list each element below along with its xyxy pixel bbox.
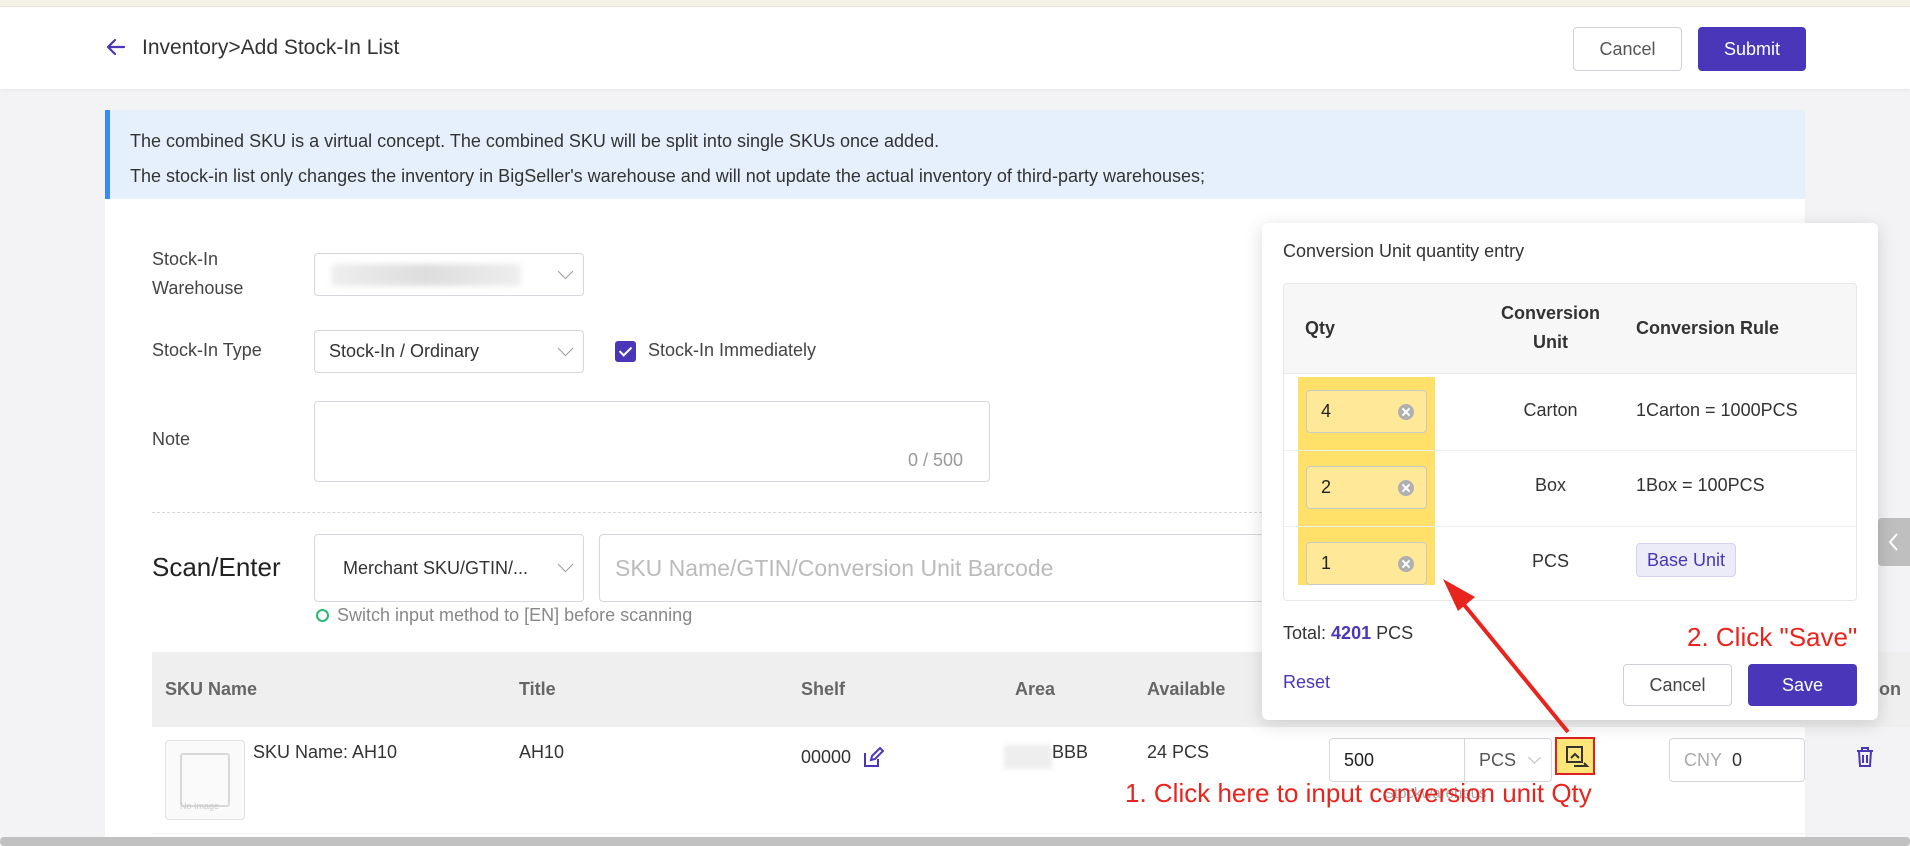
scan-input[interactable]: SKU Name/GTIN/Conversion Unit Barcode (599, 534, 1299, 602)
chevron-down-icon (557, 340, 574, 357)
carton-qty-input[interactable]: 4 (1306, 390, 1427, 433)
note-label: Note (152, 429, 191, 449)
annotation-step-2: 2. Click "Save" (1687, 622, 1858, 652)
pcs-qty-input[interactable]: 1 (1306, 542, 1427, 585)
shelf-cell: 00000 (801, 747, 852, 767)
column-sku-name: SKU Name (165, 679, 258, 699)
carton-qty-value: 4 (1321, 401, 1332, 421)
page-title: Inventory>Add Stock-In List (142, 36, 400, 59)
stock-in-type-label: Stock-In Type (152, 340, 262, 360)
side-collapse-tab[interactable] (1878, 518, 1910, 566)
chevron-down-icon (557, 263, 574, 280)
column-area: Area (1015, 679, 1056, 699)
popover-cancel-button[interactable]: Cancel (1623, 664, 1732, 706)
unit-price-value: 0 (1732, 750, 1743, 770)
lightbulb-icon (316, 609, 329, 622)
warehouse-label: Stock-In Warehouse (152, 245, 243, 303)
conversion-table-header: Qty Conversion Unit Conversion Rule (1284, 284, 1856, 374)
unit-cell: PCS (1531, 551, 1569, 571)
no-image-icon (180, 753, 230, 807)
column-conversion-unit-line-1: Conversion (1500, 303, 1601, 323)
stock-in-type-select[interactable]: Stock-In / Ordinary (314, 330, 584, 373)
unit-cell: Box (1534, 475, 1567, 495)
submit-button[interactable]: Submit (1698, 27, 1806, 71)
scan-input-placeholder: SKU Name/GTIN/Conversion Unit Barcode (615, 555, 1054, 581)
total-label: Total: (1283, 623, 1327, 643)
stock-in-qty-input[interactable]: 500 (1329, 738, 1465, 782)
unit-price-input[interactable]: CNY 0 (1669, 738, 1805, 782)
unit-select-value: PCS (1479, 750, 1517, 770)
warehouse-value-blurred (331, 264, 521, 286)
column-available: Available (1147, 679, 1226, 699)
area-blurred (1004, 745, 1052, 769)
total-summary: Total: 4201 PCS (1283, 623, 1413, 644)
rule-cell: 1Carton = 1000PCS (1636, 400, 1798, 420)
warehouse-label-line-2: Warehouse (152, 278, 244, 298)
column-shelf: Shelf (801, 679, 846, 699)
top-strip (0, 0, 1910, 7)
conversion-row: 4 Carton 1Carton = 1000PCS (1284, 375, 1856, 451)
total-unit: PCS (1376, 623, 1414, 643)
page-header: Inventory>Add Stock-In List Cancel Submi… (0, 7, 1910, 89)
divider (152, 512, 1262, 513)
area-cell: BBB (1052, 742, 1089, 762)
unit-cell: Carton (1523, 400, 1578, 420)
unit-select[interactable]: PCS (1464, 738, 1552, 782)
box-qty-value: 2 (1321, 477, 1332, 497)
back-arrow-icon[interactable] (104, 35, 128, 59)
stock-in-type-value: Stock-In / Ordinary (329, 341, 480, 361)
alert-line-1: The combined SKU is a virtual concept. T… (130, 131, 940, 151)
popover-save-button[interactable]: Save (1748, 664, 1857, 706)
column-qty: Qty (1305, 318, 1336, 338)
base-unit-badge: Base Unit (1636, 543, 1737, 577)
scan-mode-value: Merchant SKU/GTIN/... (343, 558, 529, 578)
clear-icon[interactable] (1398, 556, 1414, 572)
conversion-icon (1566, 746, 1590, 767)
scan-enter-title: Scan/Enter (152, 552, 281, 582)
chevron-down-icon (557, 556, 574, 573)
stock-in-immediately-checkbox[interactable] (615, 341, 636, 362)
conversion-table: Qty Conversion Unit Conversion Rule 4 Ca… (1283, 283, 1857, 601)
column-action: ion (1874, 679, 1901, 699)
table-row: No Image SKU Name: AH10 AH10 00000 BBB 2… (152, 727, 1910, 834)
clear-icon[interactable] (1398, 404, 1414, 420)
delete-icon[interactable] (1854, 745, 1876, 769)
warehouse-label-line-1: Stock-In (152, 249, 219, 269)
total-value: 4201 (1331, 623, 1372, 643)
conversion-unit-button[interactable] (1555, 737, 1595, 775)
note-textarea[interactable]: 0 / 500 (314, 401, 990, 482)
scan-hint-text: Switch input method to [EN] before scann… (337, 605, 693, 625)
no-image-text: No Image (180, 801, 220, 811)
reset-link[interactable]: Reset (1283, 672, 1330, 693)
pcs-qty-value: 1 (1321, 553, 1332, 573)
title-cell: AH10 (519, 742, 565, 762)
sku-name-cell: SKU Name: AH10 (253, 742, 398, 762)
column-conversion-rule: Conversion Rule (1636, 318, 1780, 338)
scan-mode-select[interactable]: Merchant SKU/GTIN/... (314, 534, 584, 602)
info-alert: The combined SKU is a virtual concept. T… (105, 110, 1805, 199)
note-char-count: 0 / 500 (907, 450, 963, 470)
stock-in-immediately-label: Stock-In Immediately (648, 340, 817, 360)
product-thumbnail: No Image (165, 740, 245, 820)
clear-icon[interactable] (1398, 480, 1414, 496)
available-cell: 24 PCS (1147, 742, 1210, 762)
column-title: Title (519, 679, 556, 699)
alert-line-2: The stock-in list only changes the inven… (130, 166, 1206, 186)
currency-label: CNY (1684, 750, 1723, 770)
conversion-row: 1 PCS Base Unit (1284, 527, 1856, 600)
column-conversion-unit-line-2: Unit (1533, 332, 1568, 352)
warehouse-select[interactable] (314, 253, 584, 296)
rule-cell: 1Box = 100PCS (1636, 475, 1765, 495)
box-qty-input[interactable]: 2 (1306, 466, 1427, 509)
edit-icon[interactable] (862, 747, 884, 769)
conversion-row: 2 Box 1Box = 100PCS (1284, 451, 1856, 527)
cancel-button[interactable]: Cancel (1573, 27, 1682, 71)
popover-title: Conversion Unit quantity entry (1283, 241, 1525, 261)
chevron-left-icon (1888, 533, 1898, 551)
annotation-step-1: 1. Click here to input conversion unit Q… (1125, 778, 1592, 808)
column-conversion-unit: Conversion Unit (1484, 299, 1617, 357)
scan-hint: Switch input method to [EN] before scann… (316, 605, 692, 626)
chevron-down-icon (1528, 751, 1541, 764)
horizontal-scrollbar[interactable] (0, 837, 1910, 846)
